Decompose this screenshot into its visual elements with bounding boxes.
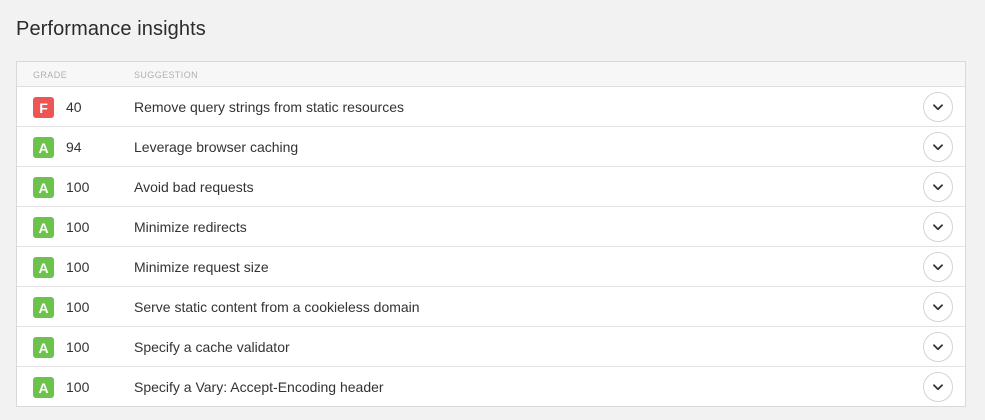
expand-button[interactable] (923, 332, 953, 362)
suggestion-text: Specify a cache validator (134, 339, 290, 355)
table-row[interactable]: A 100 Minimize request size (17, 247, 965, 287)
column-header-suggestion: SUGGESTION (134, 70, 199, 80)
expand-button[interactable] (923, 92, 953, 122)
grade-badge: A (33, 337, 54, 358)
expand-button[interactable] (923, 372, 953, 402)
grade-score: 100 (66, 339, 90, 355)
chevron-down-icon (933, 183, 943, 190)
expand-button[interactable] (923, 172, 953, 202)
suggestion-text: Avoid bad requests (134, 179, 254, 195)
suggestion-text: Minimize redirects (134, 219, 247, 235)
grade-score: 100 (66, 219, 90, 235)
table-row[interactable]: A 100 Specify a cache validator (17, 327, 965, 367)
grade-badge: A (33, 257, 54, 278)
table-row[interactable]: A 100 Avoid bad requests (17, 167, 965, 207)
column-header-grade: GRADE (33, 70, 68, 80)
chevron-down-icon (933, 223, 943, 230)
grade-badge: A (33, 297, 54, 318)
expand-button[interactable] (923, 132, 953, 162)
page-title: Performance insights (16, 18, 206, 40)
chevron-down-icon (933, 143, 943, 150)
grade-badge: A (33, 217, 54, 238)
chevron-down-icon (933, 383, 943, 390)
suggestion-text: Serve static content from a cookieless d… (134, 299, 420, 315)
grade-score: 40 (66, 99, 82, 115)
table-row[interactable]: A 100 Serve static content from a cookie… (17, 287, 965, 327)
table-row[interactable]: A 94 Leverage browser caching (17, 127, 965, 167)
expand-button[interactable] (923, 252, 953, 282)
expand-button[interactable] (923, 292, 953, 322)
table-row[interactable]: A 100 Minimize redirects (17, 207, 965, 247)
table-row[interactable]: A 100 Specify a Vary: Accept-Encoding he… (17, 367, 965, 407)
suggestion-text: Remove query strings from static resourc… (134, 99, 404, 115)
grade-score: 100 (66, 379, 90, 395)
chevron-down-icon (933, 263, 943, 270)
grade-score: 100 (66, 299, 90, 315)
table-row[interactable]: F 40 Remove query strings from static re… (17, 87, 965, 127)
grade-score: 100 (66, 179, 90, 195)
grade-score: 94 (66, 139, 82, 155)
expand-button[interactable] (923, 212, 953, 242)
insights-table: GRADE SUGGESTION F 40 Remove query strin… (16, 61, 966, 407)
suggestion-text: Minimize request size (134, 259, 269, 275)
suggestion-text: Leverage browser caching (134, 139, 299, 155)
chevron-down-icon (933, 103, 943, 110)
suggestion-text: Specify a Vary: Accept-Encoding header (134, 379, 384, 395)
chevron-down-icon (933, 303, 943, 310)
table-header: GRADE SUGGESTION (17, 62, 965, 87)
grade-badge: A (33, 177, 54, 198)
grade-badge: F (33, 97, 54, 118)
grade-score: 100 (66, 259, 90, 275)
grade-badge: A (33, 137, 54, 158)
grade-badge: A (33, 377, 54, 398)
chevron-down-icon (933, 343, 943, 350)
